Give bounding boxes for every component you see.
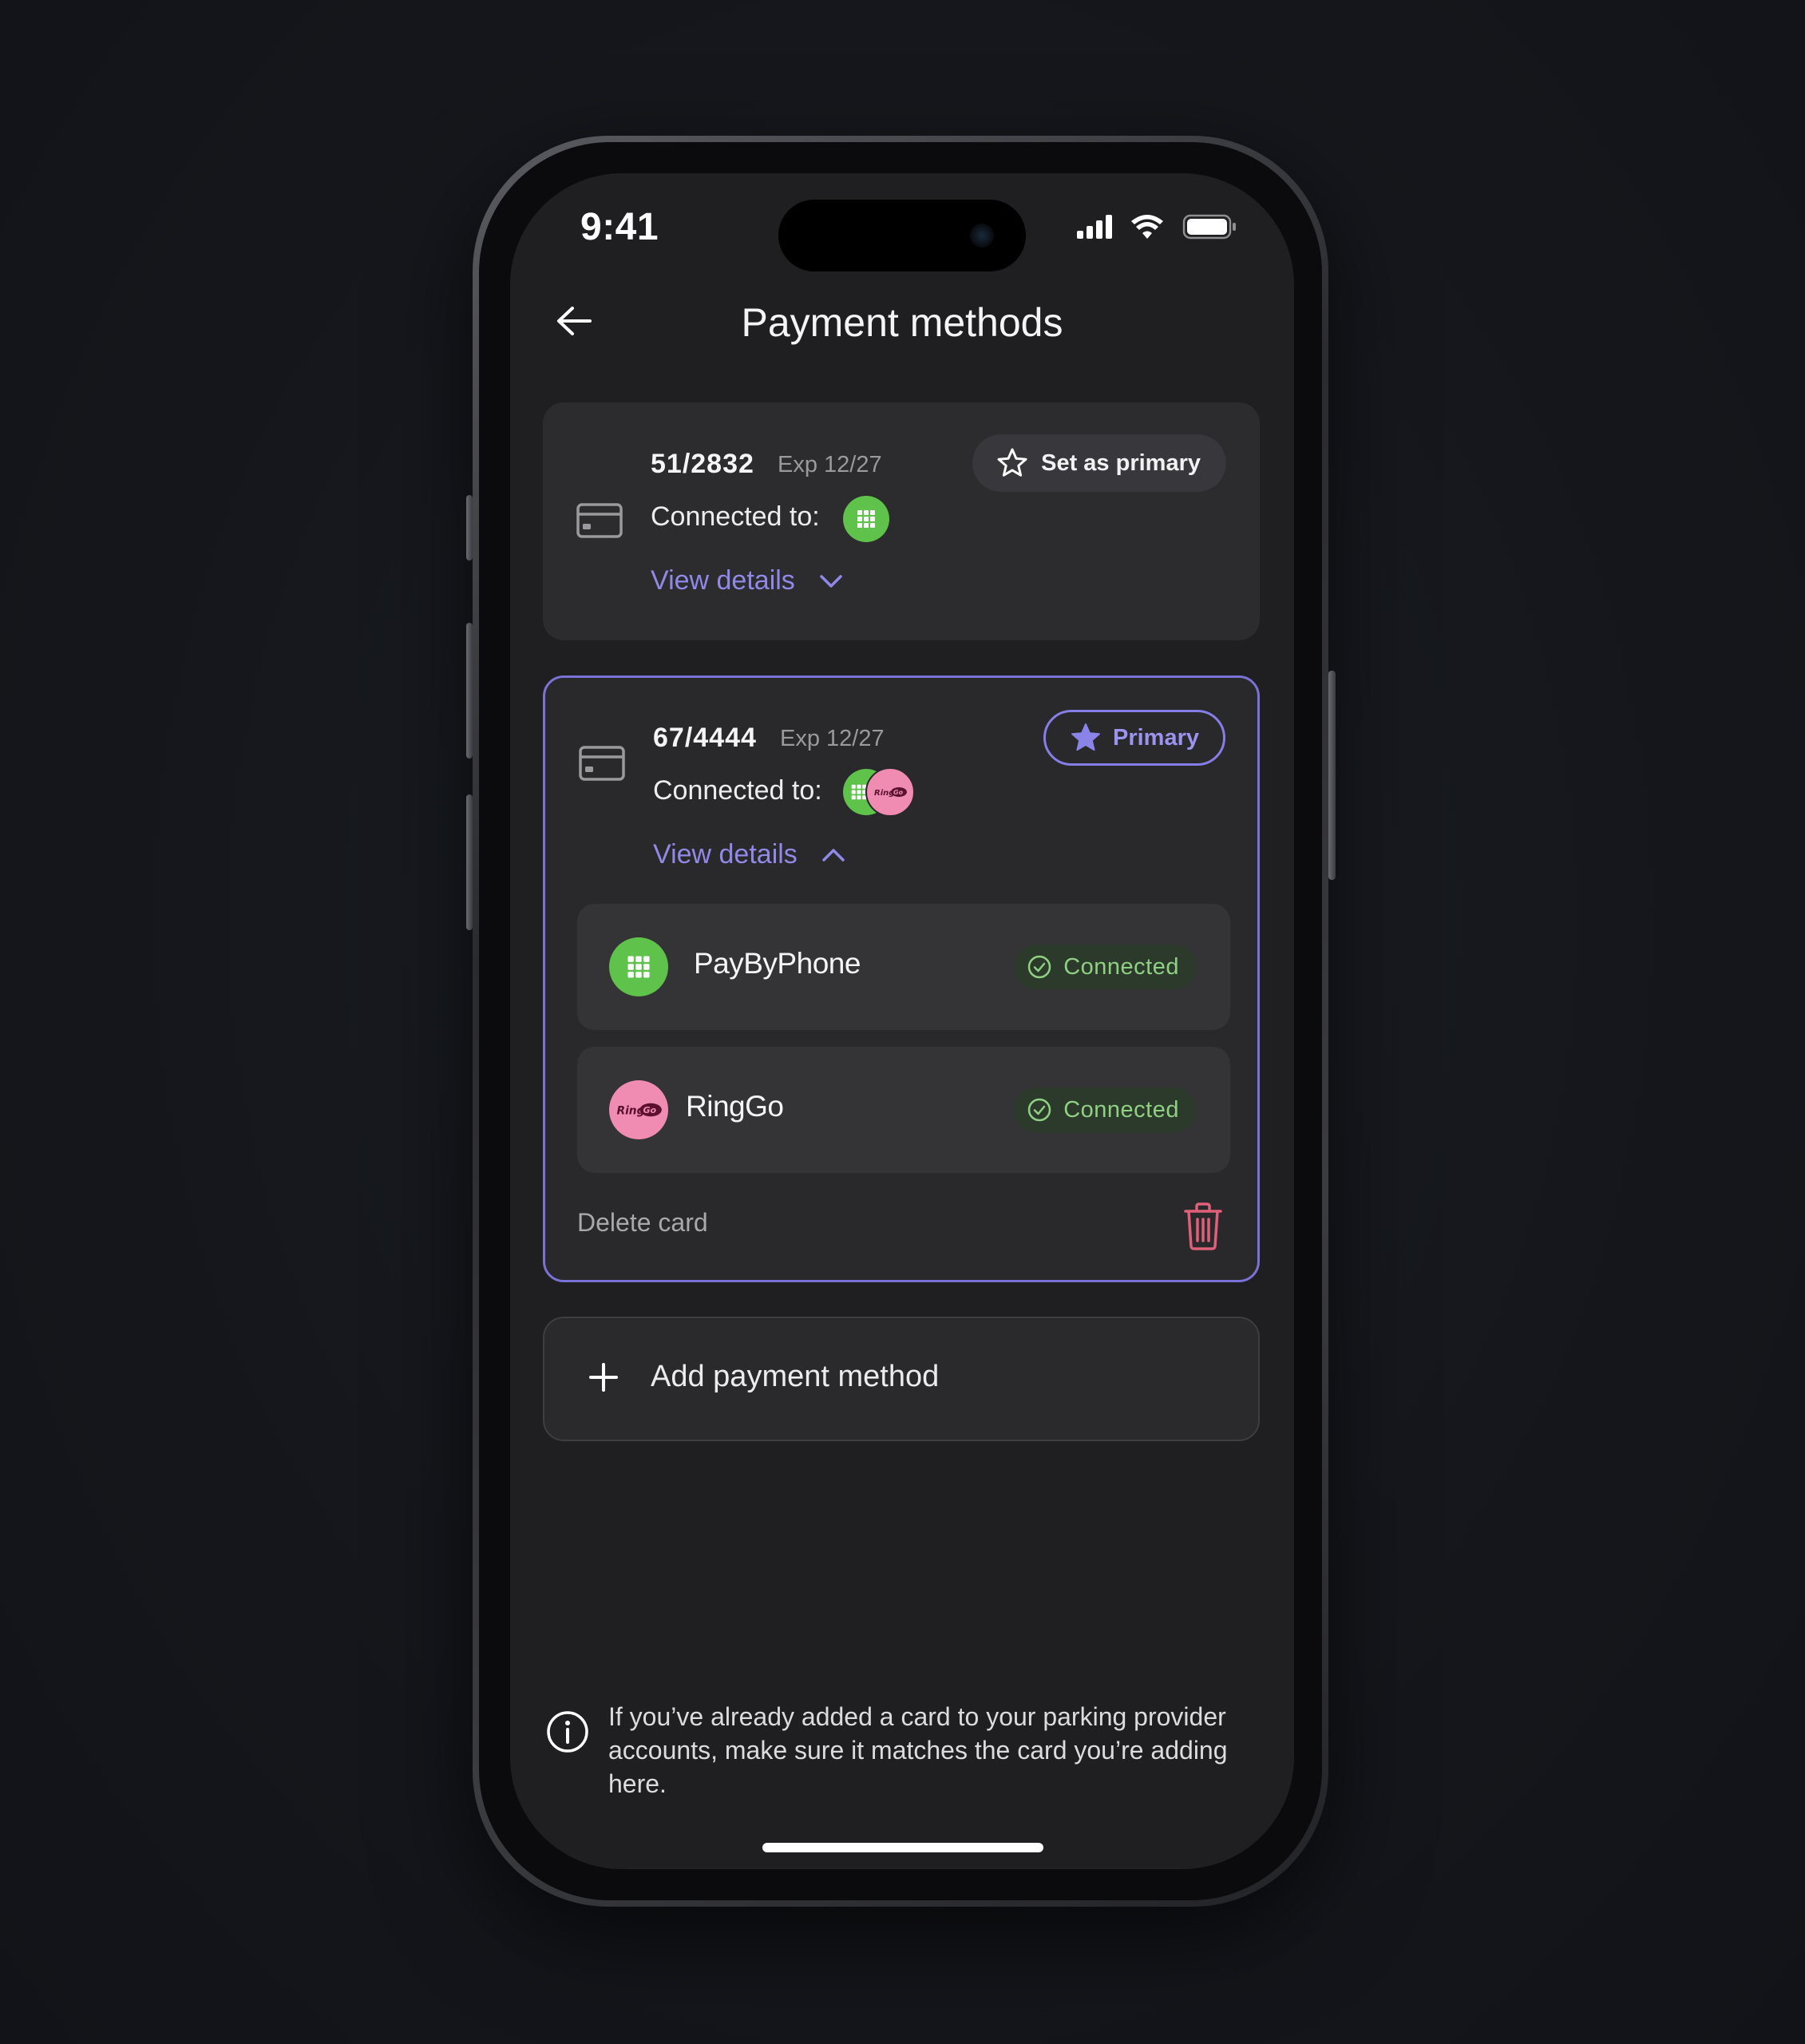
set-as-primary-label: Set as primary	[1041, 450, 1201, 476]
battery-icon	[1182, 214, 1236, 240]
check-circle-icon	[1027, 955, 1051, 979]
ringgo-mark-icon: Ring Go	[874, 787, 907, 798]
delete-card-button[interactable]: Delete card	[577, 1208, 708, 1238]
svg-text:Go: Go	[643, 1105, 657, 1115]
ringgo-mark-icon: Ring Go	[617, 1103, 662, 1118]
info-text: If you’ve already added a card to your p…	[608, 1702, 1228, 1798]
chevron-up-icon	[822, 848, 845, 862]
star-filled-icon	[1071, 723, 1100, 751]
provider-row-paybyphone[interactable]: PayByPhone Connected	[577, 904, 1230, 1030]
trash-icon[interactable]	[1182, 1202, 1224, 1251]
connected-status-label: Connected	[1063, 953, 1179, 980]
status-icons	[1077, 214, 1236, 240]
card-expiry: Exp 12/27	[780, 726, 885, 751]
connected-status-badge: Connected	[1014, 945, 1197, 989]
provider-name: PayByPhone	[694, 947, 861, 980]
view-details-label: View details	[651, 565, 795, 596]
ringgo-logo: Ring Go	[865, 767, 915, 817]
star-outline-icon	[997, 448, 1027, 477]
power-button	[1328, 671, 1336, 880]
front-camera	[970, 224, 994, 248]
app-screen: 9:41 Payment methods 51/2832 Exp 12/27 C…	[510, 173, 1294, 1869]
view-details-toggle[interactable]: View details	[651, 565, 843, 596]
grid-icon	[627, 956, 650, 978]
view-details-toggle[interactable]: View details	[653, 839, 845, 870]
provider-row-ringgo[interactable]: Ring Go RingGo Connected	[577, 1047, 1230, 1173]
primary-label: Primary	[1112, 724, 1199, 751]
card-expiry: Exp 12/27	[778, 452, 882, 477]
card-number: 51/2832	[651, 449, 754, 479]
payment-card-primary[interactable]: 67/4444 Exp 12/27 Connected to: Ring Go …	[543, 675, 1260, 1282]
paybyphone-logo	[609, 937, 668, 996]
payment-card[interactable]: 51/2832 Exp 12/27 Connected to: View det…	[543, 402, 1260, 640]
home-indicator[interactable]	[762, 1843, 1043, 1852]
card-number: 67/4444	[653, 723, 757, 753]
volume-down-button	[466, 794, 473, 930]
connected-status-label: Connected	[1063, 1096, 1179, 1123]
dynamic-island	[778, 200, 1026, 271]
add-payment-method-button[interactable]: Add payment method	[543, 1317, 1260, 1441]
page-title: Payment methods	[741, 300, 1063, 345]
volume-up-button	[466, 623, 473, 759]
status-time: 9:41	[580, 206, 659, 248]
add-payment-method-label: Add payment method	[651, 1360, 940, 1393]
wifi-icon	[1131, 215, 1163, 239]
action-button	[466, 495, 473, 561]
connected-to-label: Connected to:	[651, 501, 820, 532]
ringgo-logo: Ring Go	[609, 1080, 668, 1139]
credit-card-icon	[576, 503, 623, 538]
check-circle-icon	[1027, 1098, 1051, 1122]
view-details-label: View details	[653, 839, 798, 869]
grid-icon	[857, 510, 875, 528]
set-as-primary-button[interactable]: Set as primary	[972, 434, 1226, 492]
plus-icon	[589, 1363, 618, 1392]
connected-status-badge: Connected	[1014, 1087, 1197, 1132]
signal-icon	[1077, 215, 1112, 239]
provider-name: RingGo	[686, 1090, 784, 1123]
paybyphone-logo	[843, 496, 889, 542]
chevron-down-icon	[820, 574, 842, 588]
info-icon	[547, 1711, 588, 1753]
connected-to-label: Connected to:	[653, 775, 822, 806]
svg-text:Go: Go	[893, 789, 904, 796]
credit-card-icon	[579, 746, 625, 781]
primary-badge-button[interactable]: Primary	[1043, 710, 1225, 766]
